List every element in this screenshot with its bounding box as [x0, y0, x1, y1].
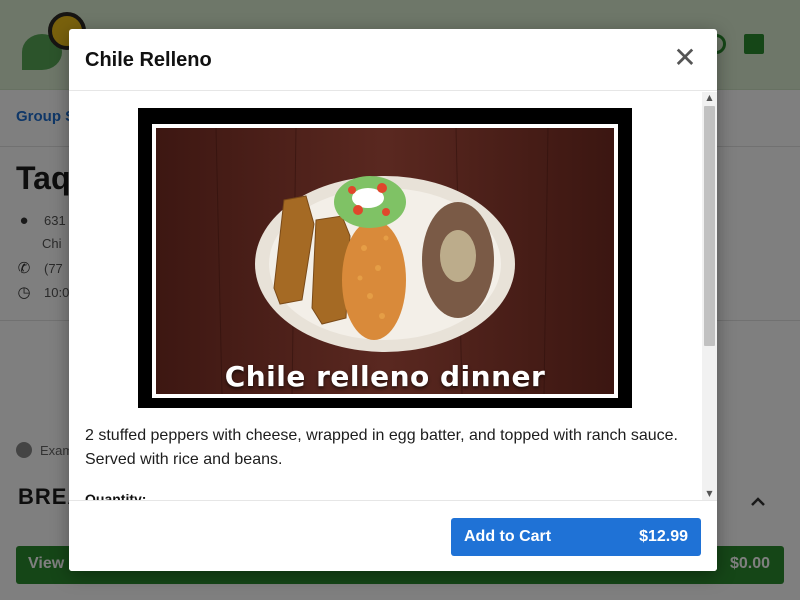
quantity-label: Quantity:	[85, 491, 147, 500]
close-icon[interactable]: ✕	[671, 43, 699, 73]
photo-frame: Chile relleno dinner	[152, 124, 618, 398]
scroll-down-arrow-icon[interactable]: ▼	[702, 488, 717, 500]
modal-footer: Add to Cart $12.99	[69, 500, 717, 571]
modal-header: Chile Relleno ✕	[69, 29, 717, 91]
scroll-up-arrow-icon[interactable]: ▲	[702, 92, 717, 104]
item-photo: Chile relleno dinner	[138, 108, 632, 408]
modal-body: Chile relleno dinner 2 stuffed peppers w…	[69, 92, 717, 500]
add-to-cart-button[interactable]: Add to Cart $12.99	[451, 518, 701, 556]
modal-title: Chile Relleno	[85, 49, 212, 71]
add-to-cart-label: Add to Cart	[464, 528, 552, 545]
dish-illustration	[156, 128, 614, 394]
item-modal: Chile Relleno ✕ Chile relleno dinner 2 s…	[69, 29, 717, 571]
item-price: $12.99	[639, 528, 688, 545]
photo-caption: Chile relleno dinner	[224, 360, 546, 393]
scroll-thumb[interactable]	[704, 106, 715, 346]
item-description: 2 stuffed peppers with cheese, wrapped i…	[85, 427, 678, 468]
modal-scrollbar[interactable]: ▲ ▼	[702, 92, 717, 500]
